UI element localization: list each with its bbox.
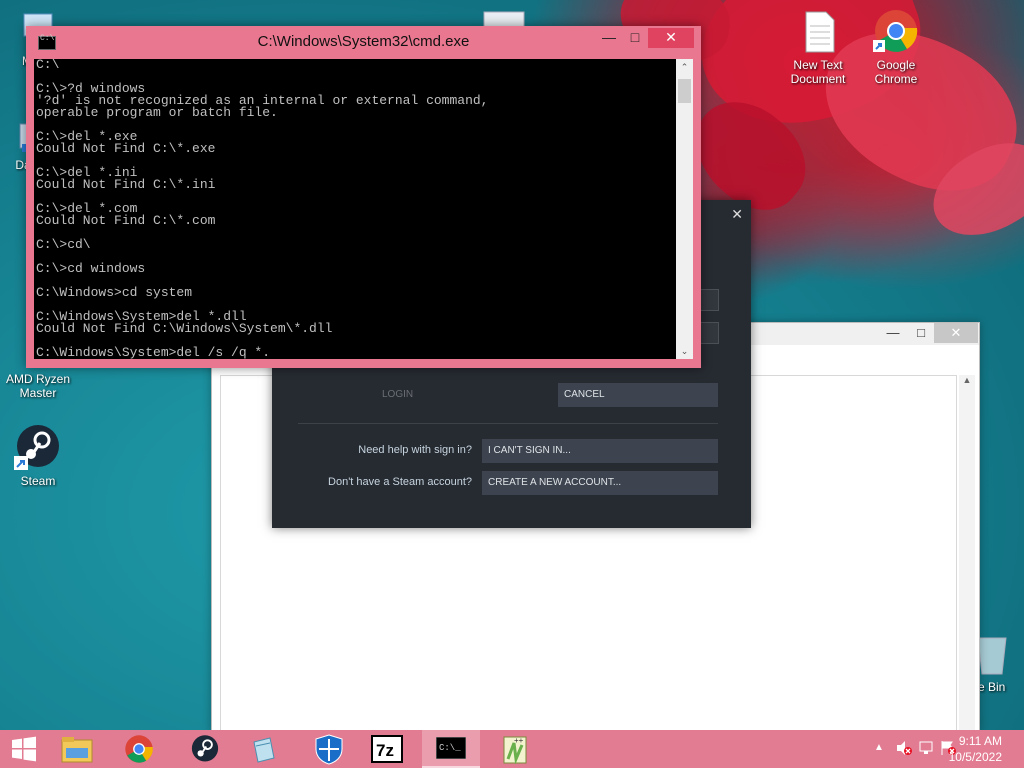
cmd-line: C:\>cd windows	[36, 261, 146, 276]
taskbar: 7z C:\_ ++ ▲ 9:11 AM 10/5/2022	[0, 730, 1024, 768]
cmd-terminal[interactable]: C:\ C:\>?d windows '?d' is not recognized…	[34, 59, 676, 359]
svg-text:7z: 7z	[376, 741, 394, 760]
cancel-button[interactable]: CANCEL	[558, 383, 718, 407]
scroll-up-arrow-icon[interactable]: ⌃	[676, 59, 693, 75]
create-account-button[interactable]: CREATE A NEW ACCOUNT...	[482, 471, 718, 495]
minimize-button[interactable]: —	[878, 323, 908, 343]
taskbar-notepad-plus-plus[interactable]: ++	[486, 730, 544, 768]
volume-muted-icon[interactable]	[896, 740, 912, 756]
text-document-icon	[798, 10, 838, 54]
cmd-line: operable program or batch file.	[36, 105, 278, 120]
notepad-plus-plus-icon: ++	[503, 736, 527, 765]
vertical-scrollbar[interactable]: ▲	[959, 375, 975, 731]
cmd-output: C:\ C:\>?d windows '?d' is not recognized…	[34, 59, 676, 359]
minimize-button[interactable]: —	[596, 28, 622, 48]
desktop-icon-steam[interactable]: Steam	[0, 424, 76, 488]
cant-sign-in-button[interactable]: I CAN'T SIGN IN...	[482, 439, 718, 463]
cmd-line: Could Not Find C:\*.ini	[36, 177, 216, 192]
start-button[interactable]	[0, 730, 48, 768]
shield-icon	[315, 734, 343, 765]
steam-icon	[14, 424, 62, 470]
cmd-line: Could Not Find C:\*.exe	[36, 141, 216, 156]
close-button[interactable]: ✕	[648, 28, 694, 48]
network-icon[interactable]	[918, 740, 934, 756]
cmd-scrollbar[interactable]: ⌃ ⌄	[676, 59, 693, 359]
cmd-icon: C:\_	[436, 737, 466, 759]
taskbar-chrome[interactable]	[110, 730, 168, 768]
maximize-button[interactable]: □	[906, 323, 936, 343]
windows-logo-icon	[12, 736, 36, 762]
scroll-down-arrow-icon[interactable]: ⌄	[676, 343, 693, 359]
taskbar-cmd[interactable]: C:\_	[422, 730, 480, 768]
taskbar-file-explorer[interactable]	[48, 730, 106, 768]
help-question-label: Need help with sign in?	[358, 444, 472, 456]
7zip-icon: 7z	[371, 735, 403, 763]
account-question-label: Don't have a Steam account?	[328, 476, 472, 488]
desktop-icon-google-chrome[interactable]: Google Chrome	[858, 8, 934, 86]
clock-time: 9:11 AM	[958, 734, 1002, 748]
close-button[interactable]: ✕	[934, 323, 978, 343]
cmd-line: C:\	[36, 59, 60, 72]
cmd-line	[36, 227, 676, 239]
system-tray: ▲ 9:11 AM 10/5/2022	[844, 730, 1024, 768]
desktop-icon-new-text-document[interactable]: New Text Document	[780, 10, 856, 86]
cmd-line: Could Not Find C:\*.com	[36, 213, 216, 228]
svg-text:C:\_: C:\_	[439, 743, 461, 753]
login-button[interactable]: LOGIN	[382, 383, 432, 407]
taskbar-windows-defender[interactable]	[300, 730, 358, 768]
clock[interactable]: 9:11 AM 10/5/2022	[949, 733, 1002, 765]
notepad-icon	[253, 737, 275, 763]
cmd-line: C:\Windows\System>del /s /q *.	[36, 345, 271, 359]
taskbar-notepad[interactable]	[234, 730, 292, 768]
svg-text:++: ++	[514, 736, 524, 745]
steam-icon	[191, 735, 219, 762]
cmd-line: C:\Windows>cd system	[36, 285, 193, 300]
divider	[298, 423, 718, 424]
show-hidden-icons-icon[interactable]: ▲	[874, 742, 884, 753]
folder-icon	[61, 737, 93, 763]
scroll-thumb[interactable]	[678, 79, 691, 103]
taskbar-7zip[interactable]: 7z	[358, 730, 416, 768]
steam-close-button[interactable]: ✕	[731, 206, 743, 223]
clock-date: 10/5/2022	[948, 750, 1002, 764]
cmd-line: Could Not Find C:\Windows\System\*.dll	[36, 321, 333, 336]
chrome-icon	[125, 735, 153, 763]
maximize-button[interactable]: □	[622, 28, 648, 48]
scroll-up-arrow-icon[interactable]: ▲	[959, 375, 975, 385]
cmd-line: C:\>cd\	[36, 237, 91, 252]
cmd-window[interactable]: C:\ C:\Windows\System32\cmd.exe — □ ✕ C:…	[26, 26, 701, 368]
chrome-icon	[873, 8, 919, 54]
taskbar-steam[interactable]	[176, 730, 234, 768]
